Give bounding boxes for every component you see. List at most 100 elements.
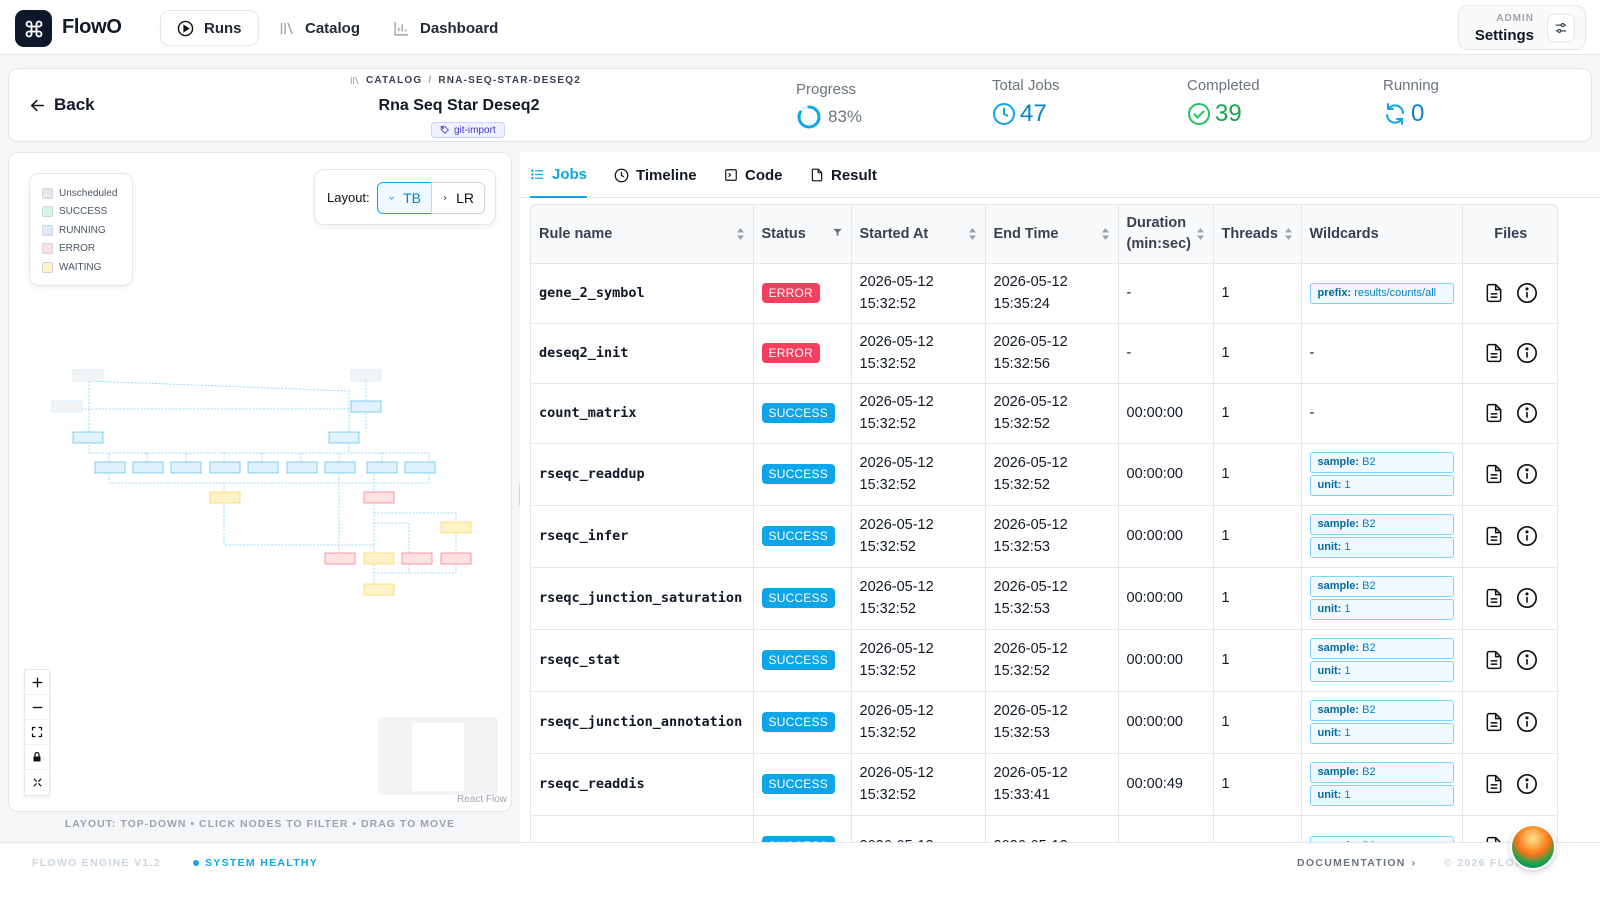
table-row[interactable]: deseq2_init ERROR 2026-05-12 15:32:52 2026-0…: [531, 323, 1557, 384]
wildcard-value: 1: [1344, 727, 1351, 739]
dag-graph-panel[interactable]: Unscheduled SUCCESS RUNNING ERROR WAITIN…: [8, 152, 512, 812]
status-cell: SUCCESS: [753, 505, 852, 568]
status-cell: SUCCESS: [753, 383, 852, 444]
zoom-out-button[interactable]: [25, 695, 49, 720]
filter-icon[interactable]: [832, 227, 843, 238]
rule-name[interactable]: gene_2_symbol: [531, 263, 754, 324]
table-row[interactable]: rseqc_infer SUCCESS 2026-05-12 15:32:52 2026…: [531, 505, 1557, 568]
arrow-left-icon: [30, 99, 44, 111]
column-header-end-time[interactable]: End Time: [985, 205, 1119, 264]
rule-name[interactable]: count_matrix: [531, 383, 754, 444]
started-time: 15:32:52: [859, 356, 916, 372]
info-icon[interactable]: [1516, 342, 1538, 364]
rule-name[interactable]: rseqc_junction_annotation: [531, 691, 754, 754]
table-row[interactable]: rseqc_stat SUCCESS 2026-05-12 15:32:52 2026-…: [531, 629, 1557, 692]
app-logo[interactable]: [15, 10, 52, 47]
file-text-icon[interactable]: [1484, 343, 1504, 363]
sliders-icon: [1555, 23, 1567, 33]
fit-view-button[interactable]: [25, 720, 49, 745]
file-text-icon[interactable]: [1484, 712, 1504, 732]
jobs-table-container[interactable]: Rule name Status Started At End Time Dur…: [530, 204, 1558, 844]
minimap[interactable]: [378, 717, 498, 795]
table-row[interactable]: rseqc_junction_saturation SUCCESS 2026-05-…: [531, 567, 1557, 630]
rule-name[interactable]: rseqc_junction_saturation: [531, 567, 754, 630]
info-icon[interactable]: [1516, 282, 1538, 304]
chevron-right-icon: ›: [1411, 857, 1417, 869]
rule-name[interactable]: rseqc_infer: [531, 505, 754, 568]
end-time-value: 15:32:53: [993, 539, 1050, 555]
info-icon[interactable]: [1516, 649, 1538, 671]
file-text-icon[interactable]: [1484, 588, 1504, 608]
status-cell: SUCCESS: [753, 815, 852, 843]
workflow-tag[interactable]: git-import: [431, 122, 505, 138]
file-text-icon[interactable]: [1484, 283, 1504, 303]
file-text-icon[interactable]: [1484, 774, 1504, 794]
wildcard-key: unit:: [1317, 665, 1342, 677]
table-row[interactable]: SUCCESS2026-05-122026-05-12sample: B2: [531, 815, 1557, 843]
end-date: 2026-05-12: [993, 274, 1068, 290]
file-text-icon[interactable]: [1484, 464, 1504, 484]
column-header-status[interactable]: Status: [753, 205, 852, 264]
minimap-viewport: [412, 723, 464, 791]
info-icon[interactable]: [1516, 711, 1538, 733]
info-icon[interactable]: [1516, 525, 1538, 547]
fullscreen-button[interactable]: [25, 770, 49, 795]
back-button[interactable]: Back: [29, 95, 95, 115]
tab-timeline[interactable]: Timeline: [614, 152, 697, 198]
react-flow-attribution[interactable]: React Flow: [457, 794, 507, 805]
tab-result[interactable]: Result: [810, 152, 877, 198]
avatar[interactable]: [1510, 824, 1556, 870]
column-header-label: Threads: [1221, 225, 1278, 242]
jobs-panel: Jobs Timeline Code Result Rule name Stat…: [520, 152, 1600, 844]
end-date: 2026-05-12: [993, 703, 1068, 719]
rule-name[interactable]: [531, 815, 754, 843]
breadcrumb-catalog[interactable]: CATALOG: [366, 75, 422, 86]
tab-code[interactable]: Code: [724, 152, 783, 198]
info-icon[interactable]: [1516, 587, 1538, 609]
status-cell: SUCCESS: [753, 691, 852, 754]
duration: -: [1118, 263, 1214, 324]
rule-name[interactable]: rseqc_readdis: [531, 753, 754, 816]
file-text-icon[interactable]: [1484, 403, 1504, 423]
zoom-in-button[interactable]: [25, 670, 49, 695]
table-row[interactable]: rseqc_junction_annotation SUCCESS 2026-05-…: [531, 691, 1557, 754]
list-icon: [531, 169, 544, 179]
nav-tab-label: Catalog: [305, 19, 361, 37]
table-row[interactable]: rseqc_readdis SUCCESS 2026-05-12 15:32:52 20…: [531, 753, 1557, 816]
sort-icon: [1101, 228, 1109, 240]
column-header-files: Files: [1462, 205, 1557, 264]
started-date: 2026-05-12: [859, 517, 934, 533]
info-icon[interactable]: [1516, 402, 1538, 424]
rule-name[interactable]: rseqc_stat: [531, 629, 754, 692]
table-row[interactable]: rseqc_readdup SUCCESS 2026-05-12 15:32:52 20…: [531, 443, 1557, 506]
files-cell: [1462, 691, 1557, 754]
nav-tab-runs[interactable]: Runs: [160, 10, 259, 46]
column-header-threads[interactable]: Threads: [1213, 205, 1302, 264]
tab-jobs[interactable]: Jobs: [530, 152, 587, 198]
started-at: 2026-05-12 15:32:52: [851, 505, 986, 568]
rule-name[interactable]: deseq2_init: [531, 323, 754, 384]
column-header-rule-name[interactable]: Rule name: [531, 205, 754, 264]
started-time: 15:32:52: [859, 539, 916, 555]
file-text-icon[interactable]: [1484, 650, 1504, 670]
lock-button[interactable]: [25, 745, 49, 770]
end-time-value: 15:32:52: [993, 477, 1050, 493]
info-icon[interactable]: [1516, 773, 1538, 795]
file-text-icon[interactable]: [1484, 526, 1504, 546]
settings-button[interactable]: [1547, 14, 1575, 42]
nav-tab-dashboard[interactable]: Dashboard: [377, 10, 514, 46]
documentation-link[interactable]: DOCUMENTATION ›: [1297, 857, 1416, 869]
table-row[interactable]: count_matrix SUCCESS 2026-05-12 15:32:52 202…: [531, 383, 1557, 444]
wildcard-chip: sample: B2: [1309, 514, 1454, 535]
info-icon[interactable]: [1516, 463, 1538, 485]
rule-name[interactable]: rseqc_readdup: [531, 443, 754, 506]
table-row[interactable]: gene_2_symbol ERROR 2026-05-12 15:32:52 2026…: [531, 263, 1557, 324]
file-actions: [1471, 711, 1552, 733]
settings-menu[interactable]: ADMIN Settings: [1458, 5, 1586, 50]
status-cell: SUCCESS: [753, 443, 852, 506]
nav-tab-catalog[interactable]: Catalog: [262, 10, 376, 46]
column-header-started-at[interactable]: Started At: [851, 205, 986, 264]
column-header-duration[interactable]: Duration (min:sec): [1118, 205, 1214, 264]
health-dot-icon: [193, 860, 199, 866]
wildcards-cell: sample: B2: [1301, 815, 1463, 843]
